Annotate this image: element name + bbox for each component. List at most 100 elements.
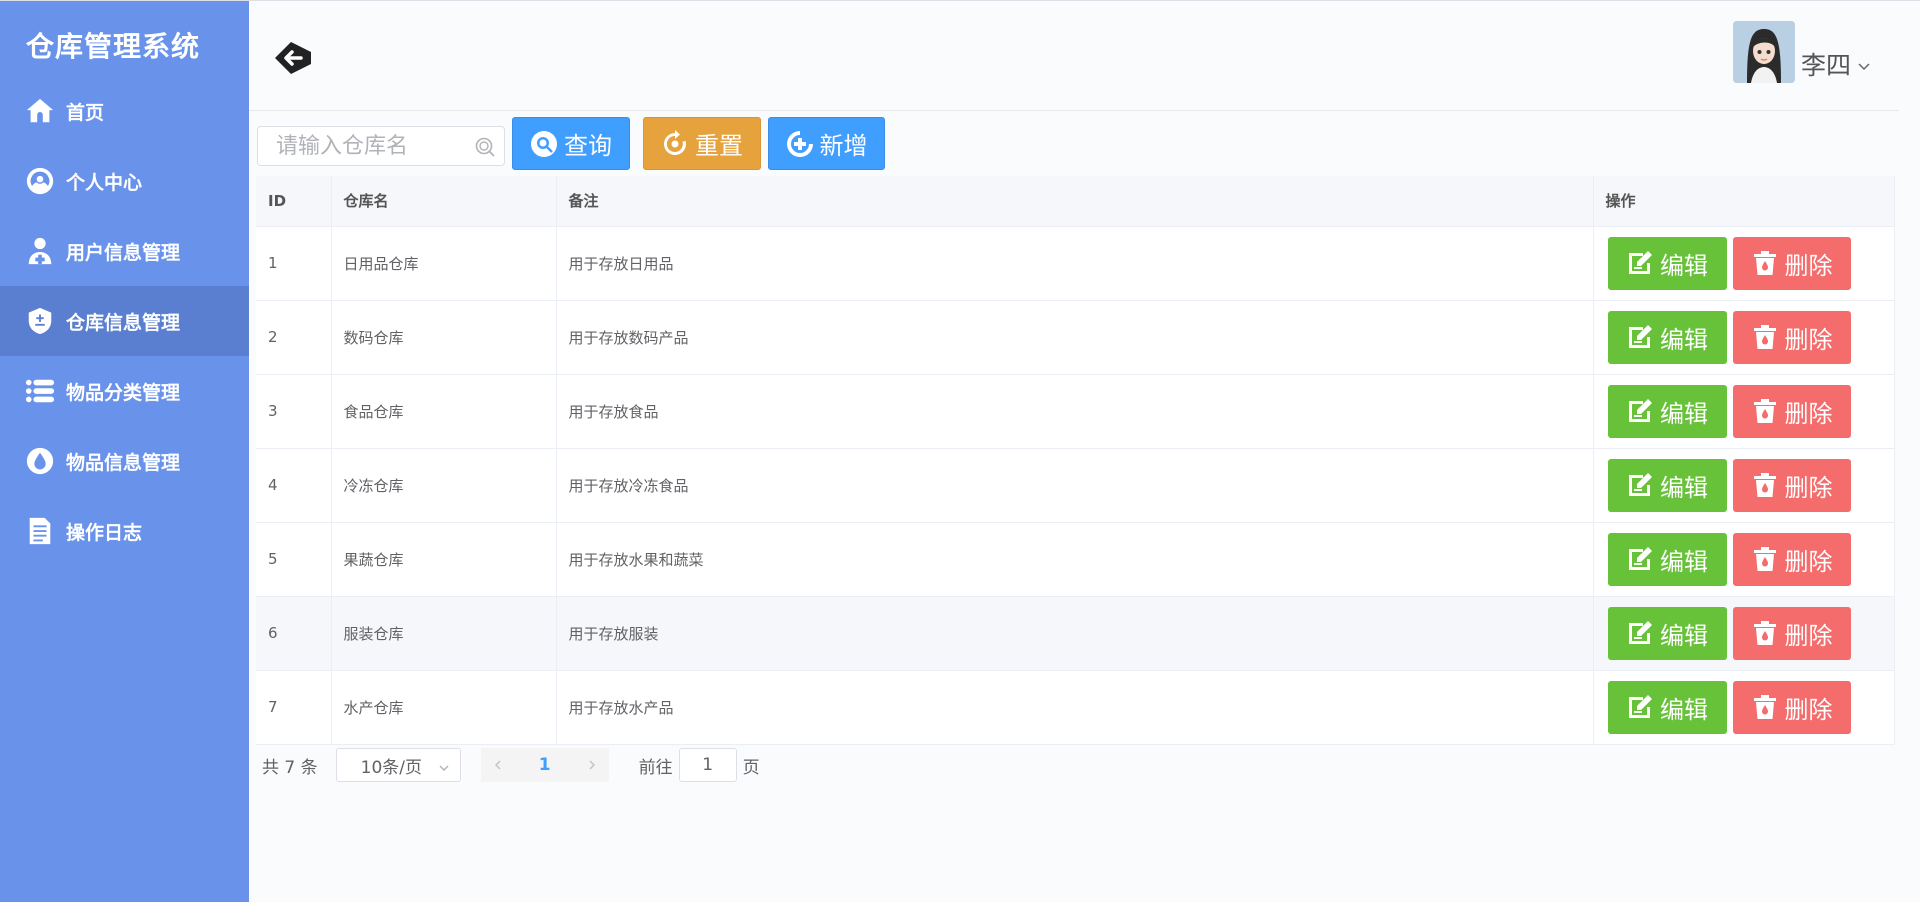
home-icon (24, 95, 56, 127)
column-header-name: 仓库名 (331, 176, 557, 227)
cell-actions: 编辑 删除 (1593, 226, 1895, 301)
sidebar-item-item-management[interactable]: 物品信息管理 (0, 426, 249, 496)
trash-icon (1753, 473, 1776, 497)
cell-remark: 用于存放数码产品 (556, 300, 1594, 375)
pagination: 共 7 条 10条/页 1 前往 页 (262, 748, 760, 782)
edit-button[interactable]: 编辑 (1607, 310, 1727, 364)
delete-label: 删除 (1784, 399, 1833, 428)
sidebar-item-label: 个人中心 (66, 171, 143, 194)
edit-button[interactable]: 编辑 (1607, 458, 1727, 512)
cell-name: 水产仓库 (331, 670, 557, 745)
page-size-select[interactable]: 10条/页 (335, 748, 461, 782)
cell-name: 服装仓库 (331, 596, 557, 671)
edit-icon (1629, 399, 1652, 422)
search-input[interactable] (258, 127, 468, 165)
user-menu[interactable]: 李四 (1732, 21, 1871, 83)
user-center-icon (24, 165, 56, 197)
delete-label: 删除 (1784, 473, 1833, 502)
delete-button[interactable]: 删除 (1732, 680, 1851, 734)
edit-label: 编辑 (1660, 251, 1708, 280)
cell-id: 5 (256, 522, 332, 597)
cell-name: 日用品仓库 (331, 226, 557, 301)
cell-name: 数码仓库 (331, 300, 557, 375)
edit-icon (1629, 547, 1652, 570)
cell-id: 1 (256, 226, 332, 301)
edit-icon (1629, 325, 1652, 348)
delete-label: 删除 (1784, 251, 1833, 280)
edit-button[interactable]: 编辑 (1607, 236, 1727, 290)
warehouse-table: ID 仓库名 备注 操作 1 日用品仓库 用于存放日用品 编辑 删除 2 数码仓… (256, 176, 1895, 745)
cell-actions: 编辑 删除 (1593, 522, 1895, 597)
sidebar-item-label: 用户信息管理 (66, 241, 181, 264)
table-row: 1 日用品仓库 用于存放日用品 编辑 删除 (256, 226, 1895, 301)
table-row: 2 数码仓库 用于存放数码产品 编辑 删除 (256, 300, 1895, 375)
delete-button[interactable]: 删除 (1732, 458, 1851, 512)
sidebar-item-operation-log[interactable]: 操作日志 (0, 496, 249, 566)
goto-page-input[interactable] (678, 748, 737, 782)
cell-remark: 用于存放冷冻食品 (556, 448, 1594, 523)
back-arrow-icon (275, 42, 311, 74)
delete-button[interactable]: 删除 (1732, 606, 1851, 660)
cell-actions: 编辑 删除 (1593, 374, 1895, 449)
edit-label: 编辑 (1660, 325, 1708, 354)
sidebar-item-home[interactable]: 首页 (0, 76, 249, 146)
delete-button[interactable]: 删除 (1732, 236, 1851, 290)
goto-label: 前往 (638, 757, 673, 778)
total-count: 共 7 条 (262, 757, 318, 778)
trash-icon (1753, 621, 1776, 645)
sidebar-item-personal-center[interactable]: 个人中心 (0, 146, 249, 216)
delete-button[interactable]: 删除 (1732, 532, 1851, 586)
column-header-remark: 备注 (556, 176, 1594, 227)
cell-remark: 用于存放水产品 (556, 670, 1594, 745)
cell-remark: 用于存放日用品 (556, 226, 1594, 301)
add-circle-icon (786, 130, 813, 157)
back-button[interactable] (273, 39, 313, 77)
search-icon[interactable] (474, 136, 496, 158)
table-header-row: ID 仓库名 备注 操作 (256, 176, 1895, 227)
edit-button[interactable]: 编辑 (1607, 606, 1727, 660)
cell-id: 6 (256, 596, 332, 671)
cell-remark: 用于存放服装 (556, 596, 1594, 671)
cell-name: 冷冻仓库 (331, 448, 557, 523)
next-page-button[interactable] (574, 748, 609, 782)
goto-suffix: 页 (742, 757, 760, 778)
add-label: 新增 (819, 132, 868, 160)
column-header-id: ID (256, 176, 332, 227)
edit-button[interactable]: 编辑 (1607, 384, 1727, 438)
sidebar-item-user-management[interactable]: 用户信息管理 (0, 216, 249, 286)
top-header: 李四 (249, 1, 1899, 111)
user-add-icon (24, 235, 56, 267)
trash-icon (1753, 695, 1776, 719)
edit-label: 编辑 (1660, 547, 1708, 576)
sidebar-item-label: 物品信息管理 (66, 451, 181, 474)
cell-name: 果蔬仓库 (331, 522, 557, 597)
reset-button[interactable]: 重置 (643, 117, 761, 170)
drop-icon (24, 445, 56, 477)
reset-label: 重置 (695, 132, 743, 160)
sidebar-item-label: 操作日志 (66, 521, 143, 544)
sidebar-item-warehouse-management[interactable]: 仓库信息管理 (0, 286, 249, 356)
trash-icon (1753, 325, 1776, 349)
edit-label: 编辑 (1660, 621, 1708, 650)
query-button[interactable]: 查询 (512, 117, 630, 170)
chevron-right-icon (589, 760, 595, 770)
delete-button[interactable]: 删除 (1732, 384, 1851, 438)
search-box (257, 126, 505, 166)
delete-button[interactable]: 删除 (1732, 310, 1851, 364)
add-button[interactable]: 新增 (768, 117, 885, 170)
trash-icon (1753, 399, 1776, 423)
edit-button[interactable]: 编辑 (1607, 680, 1727, 734)
prev-page-button[interactable] (480, 748, 515, 782)
chevron-down-icon (438, 759, 450, 771)
cell-actions: 编辑 删除 (1593, 670, 1895, 745)
edit-button[interactable]: 编辑 (1607, 532, 1727, 586)
sidebar-item-category-management[interactable]: 物品分类管理 (0, 356, 249, 426)
table-row: 4 冷冻仓库 用于存放冷冻食品 编辑 删除 (256, 448, 1895, 523)
cell-remark: 用于存放食品 (556, 374, 1594, 449)
table-row: 6 服装仓库 用于存放服装 编辑 删除 (256, 596, 1895, 671)
page-size-value: 10条/页 (360, 757, 422, 778)
page-number-current[interactable]: 1 (514, 748, 575, 782)
search-circle-icon (531, 130, 557, 157)
username: 李四 (1800, 51, 1851, 80)
avatar (1732, 21, 1795, 83)
